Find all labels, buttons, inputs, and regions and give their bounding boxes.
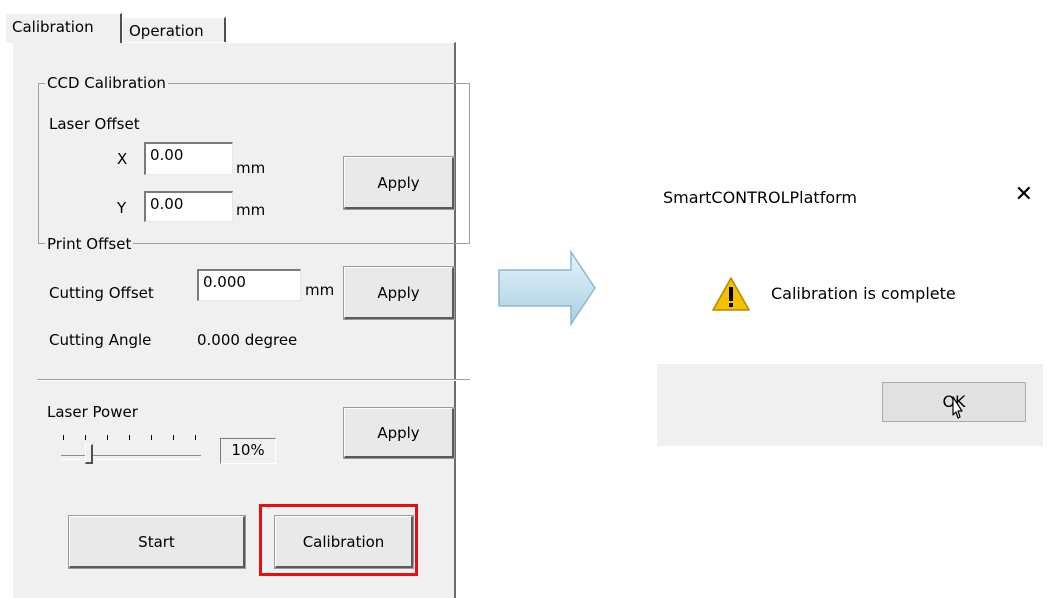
calibration-panel: Operation Calibration CCD Calibration La… <box>0 0 470 598</box>
cutting-offset-label: Cutting Offset <box>49 284 154 302</box>
laser-offset-label: Laser Offset <box>49 115 140 133</box>
slider-tick <box>129 435 130 440</box>
laser-offset-y-unit: mm <box>236 201 266 219</box>
cutting-angle-value: 0.000 degree <box>197 331 298 349</box>
laser-offset-x-unit: mm <box>236 159 266 177</box>
tab-calibration[interactable]: Calibration <box>5 13 122 43</box>
slider-tick <box>195 435 196 440</box>
slider-tick <box>85 435 86 440</box>
laser-power-label: Laser Power <box>47 403 138 421</box>
ccd-calibration-title: CCD Calibration <box>45 74 168 92</box>
dialog-title: SmartCONTROLPlatform <box>663 188 858 207</box>
calibration-button-highlight <box>259 504 418 576</box>
message-dialog: SmartCONTROLPlatform ✕ Calibration is co… <box>657 170 1043 446</box>
close-icon[interactable]: ✕ <box>1015 182 1033 208</box>
warning-icon <box>712 277 750 311</box>
slider-tick <box>173 435 174 440</box>
slider-tick <box>107 435 108 440</box>
start-button[interactable]: Start <box>68 515 246 569</box>
slider-track <box>61 455 201 460</box>
laser-power-value: 10% <box>220 438 276 464</box>
right-arrow-icon <box>498 250 596 326</box>
slider-tick <box>63 435 64 440</box>
cutting-angle-label: Cutting Angle <box>49 331 152 349</box>
laser-power-divider <box>37 379 470 381</box>
laser-offset-x-field[interactable]: 0.00 <box>144 142 233 175</box>
dialog-footer: OK <box>657 364 1043 446</box>
slider-tick <box>151 435 152 440</box>
cutting-offset-unit: mm <box>305 281 335 299</box>
mouse-pointer-icon <box>952 396 963 419</box>
dialog-message: Calibration is complete <box>771 284 956 303</box>
slider-ticks <box>63 435 201 441</box>
print-offset-title: Print Offset <box>45 235 134 253</box>
laser-offset-x-label: X <box>117 150 128 168</box>
cutting-offset-apply-button[interactable]: Apply <box>343 266 455 320</box>
laser-power-apply-button[interactable]: Apply <box>343 407 455 459</box>
laser-offset-y-field[interactable]: 0.00 <box>144 191 233 222</box>
tab-operation[interactable]: Operation <box>122 17 226 43</box>
slider-thumb[interactable] <box>85 444 93 464</box>
laser-power-slider[interactable] <box>57 435 205 465</box>
laser-offset-apply-button[interactable]: Apply <box>343 156 455 210</box>
cutting-offset-field[interactable]: 0.000 <box>197 269 301 301</box>
laser-offset-y-label: Y <box>117 199 127 217</box>
